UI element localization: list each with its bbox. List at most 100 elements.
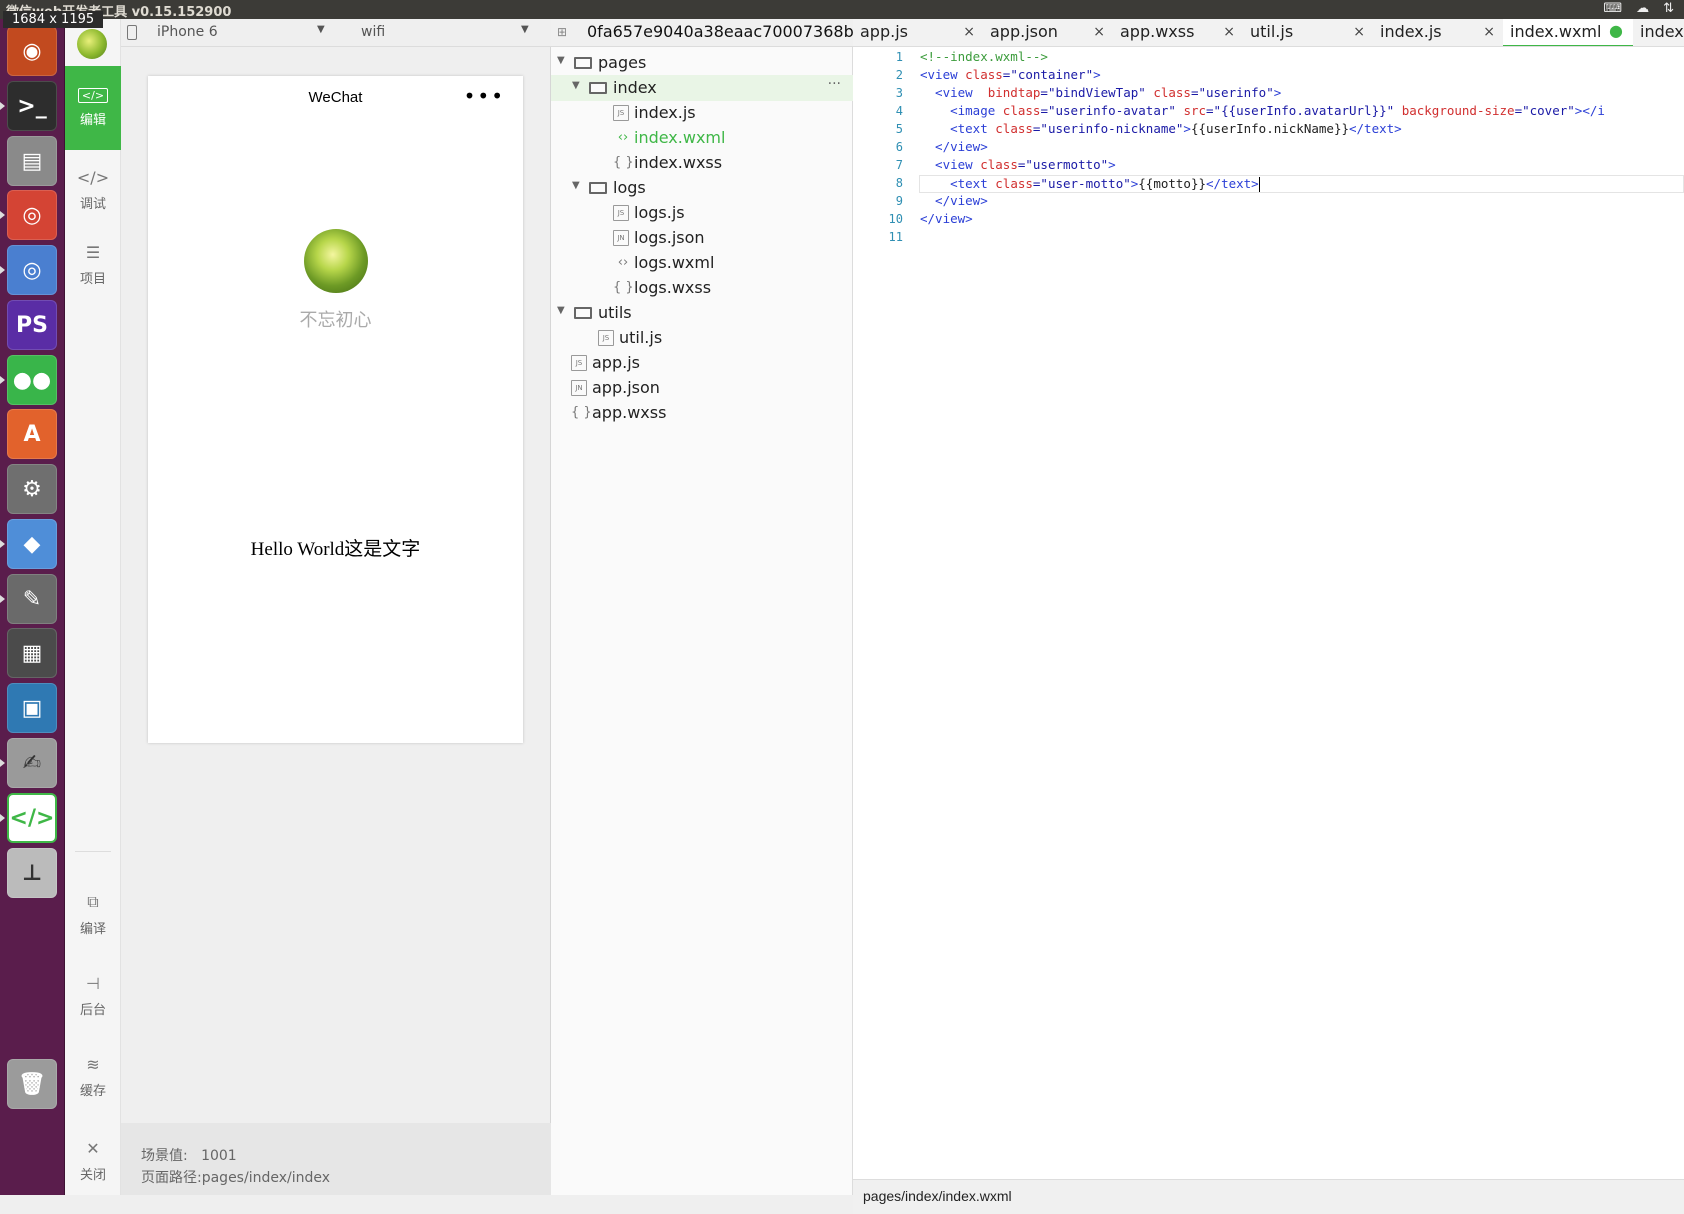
editor-tab[interactable]: index.js × [1373, 19, 1503, 46]
close-tab-icon[interactable]: × [963, 24, 975, 40]
file-item[interactable]: { } app.wxss [551, 400, 853, 426]
tree-item-label: index [613, 78, 657, 97]
backend-icon: ⊣ [86, 974, 100, 993]
editor-tab[interactable]: app.json × [983, 19, 1113, 46]
launcher-wechat-icon[interactable]: ●● [7, 355, 57, 405]
wechat-icon[interactable]: ☁ [1636, 1, 1649, 16]
nav-backend-button[interactable]: ⊣ 后台 [65, 954, 121, 1038]
path-value: pages/index/index [201, 1170, 331, 1186]
expand-arrow-icon[interactable]: ▼ [572, 180, 580, 191]
file-item[interactable]: JS index.js [551, 100, 853, 126]
folder-pages[interactable]: ▼ pages [551, 50, 853, 76]
folder-logs[interactable]: ▼ logs [551, 175, 853, 201]
device-select[interactable]: iPhone 6 [157, 24, 218, 40]
code-line[interactable]: <view class="usermotto"> [920, 157, 1116, 172]
code-line[interactable]: <text class="userinfo-nickname">{{userIn… [920, 121, 1402, 136]
launcher-file-manager-icon[interactable]: ▤ [7, 136, 57, 186]
unsaved-dot-icon[interactable]: ● [1609, 21, 1623, 40]
editor-tab[interactable]: app.wxss × [1113, 19, 1243, 46]
launcher-dropbox-icon[interactable]: ◆ [7, 519, 57, 569]
nav-project-button[interactable]: ☰ 项目 [65, 223, 121, 307]
nav-cache-button[interactable]: ≋ 缓存 [65, 1035, 121, 1119]
launcher-usb-creator-icon[interactable]: ⊥ [7, 848, 57, 898]
keyboard-icon[interactable]: ⌨ [1603, 1, 1622, 16]
user-motto: Hello World这是文字 [250, 539, 421, 560]
launcher-terminal-icon[interactable]: >_ [7, 81, 57, 131]
code-line[interactable]: <!--index.wxml--> [920, 49, 1048, 64]
launcher-software-center-icon[interactable]: A [7, 409, 57, 459]
launcher-chrome-icon[interactable]: ◎ [7, 190, 57, 240]
launcher-wechat-devtools-icon[interactable]: </> [7, 793, 57, 843]
launcher-phpstorm-icon[interactable]: PS [7, 300, 57, 350]
tree-item-label: util.js [619, 328, 663, 347]
editor-tab[interactable]: index.wxml ● [1503, 19, 1633, 46]
file-item[interactable]: JN logs.json [551, 225, 853, 251]
tree-item-label: index.wxml [634, 128, 726, 147]
line-number: 4 [895, 104, 903, 118]
file-item[interactable]: JS logs.js [551, 200, 853, 226]
file-item[interactable]: JS app.js [551, 350, 853, 376]
project-id: 0fa657e9040a38eaac70007368be6c [587, 22, 853, 41]
close-tab-icon[interactable]: × [1353, 24, 1365, 40]
code-area[interactable]: 1 2 3 4 5 6 7 8 9 10 11 <!--index.wxml--> <view cl… [853, 47, 1684, 1179]
chevron-down-icon[interactable]: ▼ [521, 24, 529, 35]
network-icon[interactable]: ⇅ [1663, 1, 1674, 16]
chevron-down-icon[interactable]: ▼ [317, 24, 325, 35]
expand-arrow-icon[interactable]: ▼ [557, 305, 565, 316]
launcher-text-editor-icon[interactable]: ✍ [7, 738, 57, 788]
code-line[interactable]: <view bindtap="bindViewTap" class="useri… [920, 85, 1281, 100]
code-line[interactable]: <image class="userinfo-avatar" src="{{us… [920, 103, 1605, 118]
file-item[interactable]: ‹› logs.wxml [551, 250, 853, 276]
code-line[interactable]: </view> [920, 139, 988, 154]
nav-edit-button[interactable]: </> 编辑 [65, 66, 121, 150]
code-line[interactable]: </view> [920, 211, 973, 226]
editor-tab[interactable]: util.js × [1243, 19, 1373, 46]
nav-close-button[interactable]: ✕ 关闭 [65, 1119, 121, 1203]
current-file-path: pages/index/index.wxml [863, 1188, 1012, 1204]
code-line-current[interactable]: <text class="user-motto">{{motto}}</text… [919, 175, 1684, 193]
tree-item-label: app.js [592, 353, 640, 372]
nav-compile-button[interactable]: ⧉ 编译 [65, 872, 121, 956]
more-options-icon[interactable]: ··· [828, 76, 841, 92]
expand-arrow-icon[interactable]: ▼ [572, 80, 580, 91]
folder-utils[interactable]: ▼ utils [551, 300, 853, 326]
nav-debug-button[interactable]: </> 调试 [65, 148, 121, 232]
path-row: 页面路径:pages/index/index [141, 1167, 551, 1189]
file-item[interactable]: { } index.wxss [551, 150, 853, 176]
close-tab-icon[interactable]: × [1483, 24, 1495, 40]
file-type-icon: JN [571, 380, 587, 396]
launcher-system-settings-icon[interactable]: ⚙ [7, 464, 57, 514]
layers-icon: ≋ [86, 1055, 100, 1074]
folder-icon [574, 307, 592, 319]
tab-label: index.wxml [1510, 22, 1602, 41]
launcher-trash-icon[interactable]: 🗑 [7, 1059, 57, 1109]
file-item[interactable]: JS util.js [551, 325, 853, 351]
launcher-chromium-icon[interactable]: ◎ [7, 245, 57, 295]
editor-tab[interactable]: app.js × [853, 19, 983, 46]
file-item[interactable]: { } logs.wxss [551, 275, 853, 301]
app-launcher: ◉ >_ ▤ ◎ ◎ PS ●● A ⚙ ◆ ✎ ▦ ▣ ✍ </> ⊥ 🗑 [0, 19, 65, 1195]
launcher-calculator-icon[interactable]: ▦ [7, 628, 57, 678]
close-tab-icon[interactable]: × [1223, 24, 1235, 40]
tree-icon[interactable]: ⊞ [557, 25, 567, 39]
expand-arrow-icon[interactable]: ▼ [557, 55, 565, 66]
compile-icon: ⧉ [87, 891, 99, 911]
close-tab-icon[interactable]: × [1093, 24, 1105, 40]
folder-index[interactable]: ▼ index ··· [551, 75, 853, 101]
network-select[interactable]: wifi [361, 24, 385, 40]
launcher-ubuntu-dash-icon[interactable]: ◉ [7, 26, 57, 76]
tree-item-label: pages [598, 53, 647, 72]
user-avatar[interactable] [77, 29, 107, 59]
launcher-virtualbox-icon[interactable]: ▣ [7, 683, 57, 733]
code-line[interactable]: </view> [920, 193, 988, 208]
editor-tab[interactable]: index. [1633, 19, 1684, 46]
phone-icon[interactable] [127, 25, 137, 40]
file-item[interactable]: ‹› index.wxml [551, 125, 853, 151]
launcher-gimp-icon[interactable]: ✎ [7, 574, 57, 624]
simulator-panel: iPhone 6 ▼ wifi ▼ WeChat ••• 不忘初心 Hello … [121, 19, 551, 1195]
file-item[interactable]: JN app.json [551, 375, 853, 401]
line-number: 6 [895, 140, 903, 154]
userinfo-avatar[interactable] [304, 229, 368, 293]
more-icon[interactable]: ••• [464, 84, 505, 108]
code-line[interactable]: <view class="container"> [920, 67, 1101, 82]
